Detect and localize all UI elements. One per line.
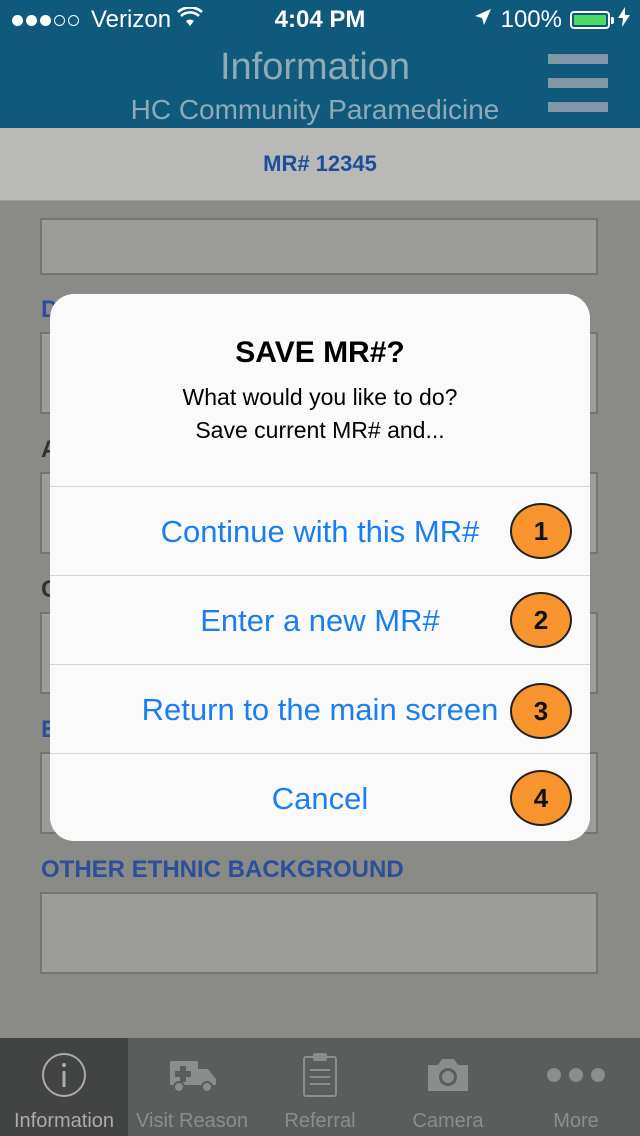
other-ethnic-background-field[interactable] [40, 892, 598, 974]
charging-bolt-icon [618, 6, 630, 34]
location-arrow-icon [473, 6, 493, 34]
save-mr-dialog: SAVE MR#? What would you like to do? Sav… [50, 294, 590, 841]
other-ethnic-background-label: OTHER ETHNIC BACKGROUND [41, 856, 404, 883]
status-bar: Verizon 4:04 PM 100% [0, 0, 640, 40]
battery-icon [570, 11, 614, 29]
mr-number-banner: MR# 12345 [0, 128, 640, 201]
page-title: Information [219, 46, 411, 88]
continue-with-mr-button[interactable]: Continue with this MR# [50, 486, 590, 575]
tab-information[interactable]: Information [0, 1038, 128, 1136]
enter-new-mr-button[interactable]: Enter a new MR# [50, 575, 590, 664]
cancel-button[interactable]: Cancel [50, 753, 590, 841]
ambulance-icon [128, 1052, 256, 1098]
tab-bar: Information Visit Reason Referral Camera… [0, 1038, 640, 1136]
tab-visit-reason[interactable]: Visit Reason [128, 1038, 256, 1136]
tab-camera[interactable]: Camera [384, 1038, 512, 1136]
info-icon [0, 1052, 128, 1098]
tab-more[interactable]: More [512, 1038, 640, 1136]
tab-label: Referral [284, 1110, 356, 1132]
tab-referral[interactable]: Referral [256, 1038, 384, 1136]
dialog-message: Save current MR# and... [195, 417, 445, 443]
page-subtitle: HC Community Paramedicine [130, 94, 500, 125]
annotation-badge-4: 4 [510, 770, 572, 826]
annotation-badge-3: 3 [510, 683, 572, 739]
tab-label: More [553, 1110, 599, 1132]
clipboard-icon [256, 1052, 384, 1098]
hamburger-menu-icon[interactable] [548, 54, 608, 114]
form-field[interactable] [40, 218, 598, 275]
return-to-main-screen-button[interactable]: Return to the main screen [50, 664, 590, 753]
tab-label: Camera [412, 1110, 484, 1132]
tab-label: Information [13, 1110, 115, 1132]
dialog-title: SAVE MR#? [235, 336, 405, 369]
more-dots-icon [512, 1052, 640, 1098]
tab-label: Visit Reason [136, 1110, 248, 1132]
dialog-message: What would you like to do? [182, 384, 458, 410]
battery-percent: 100% [500, 6, 562, 33]
system-indicators: 100% [473, 6, 630, 34]
annotation-badge-2: 2 [510, 592, 572, 648]
camera-icon [384, 1052, 512, 1098]
nav-header: Information HC Community Paramedicine [0, 40, 640, 128]
annotation-badge-1: 1 [510, 503, 572, 559]
